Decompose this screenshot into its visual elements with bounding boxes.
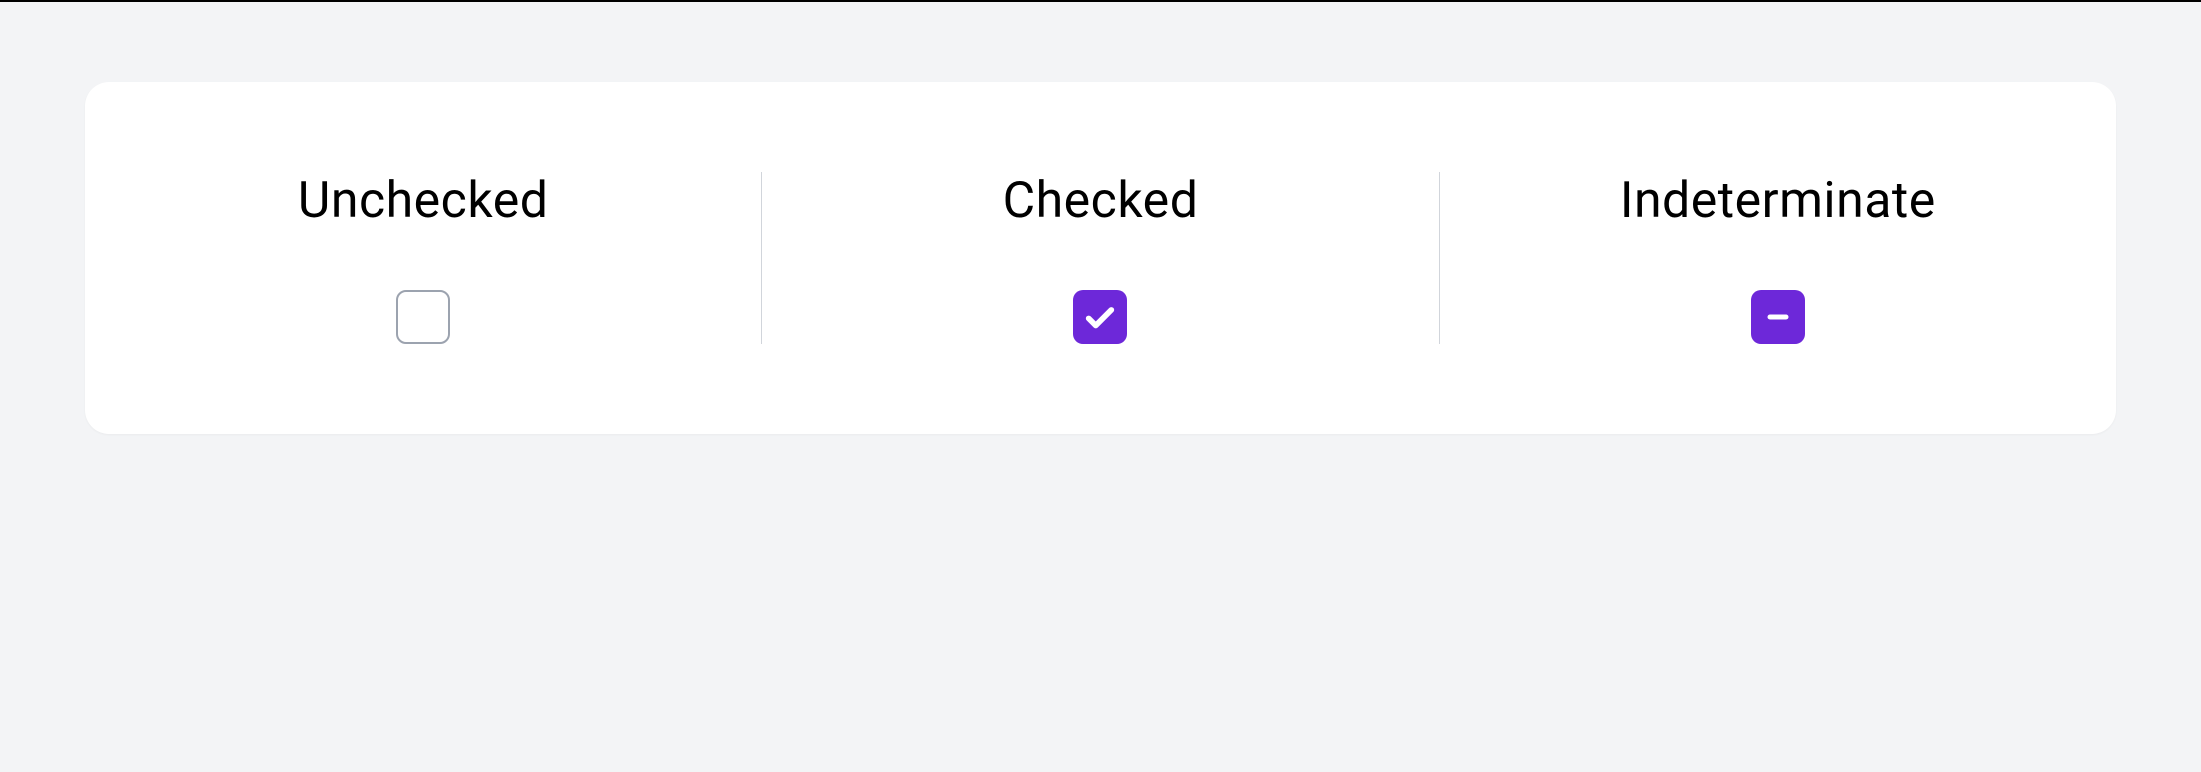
check-icon — [1083, 300, 1117, 334]
indeterminate-column: Indeterminate — [1440, 172, 2116, 344]
checked-column: Checked — [762, 172, 1438, 344]
checkbox-unchecked[interactable] — [396, 290, 450, 344]
minus-icon — [1766, 305, 1790, 329]
unchecked-column: Unchecked — [85, 172, 761, 344]
checkbox-states-card: Unchecked Checked Indeterminate — [85, 82, 2116, 434]
checkbox-checked[interactable] — [1073, 290, 1127, 344]
indeterminate-label: Indeterminate — [1620, 172, 1936, 230]
checkbox-states-panel: Unchecked Checked Indeterminate — [0, 2, 2201, 514]
checkbox-indeterminate[interactable] — [1751, 290, 1805, 344]
unchecked-label: Unchecked — [298, 172, 549, 230]
checked-label: Checked — [1003, 172, 1199, 230]
